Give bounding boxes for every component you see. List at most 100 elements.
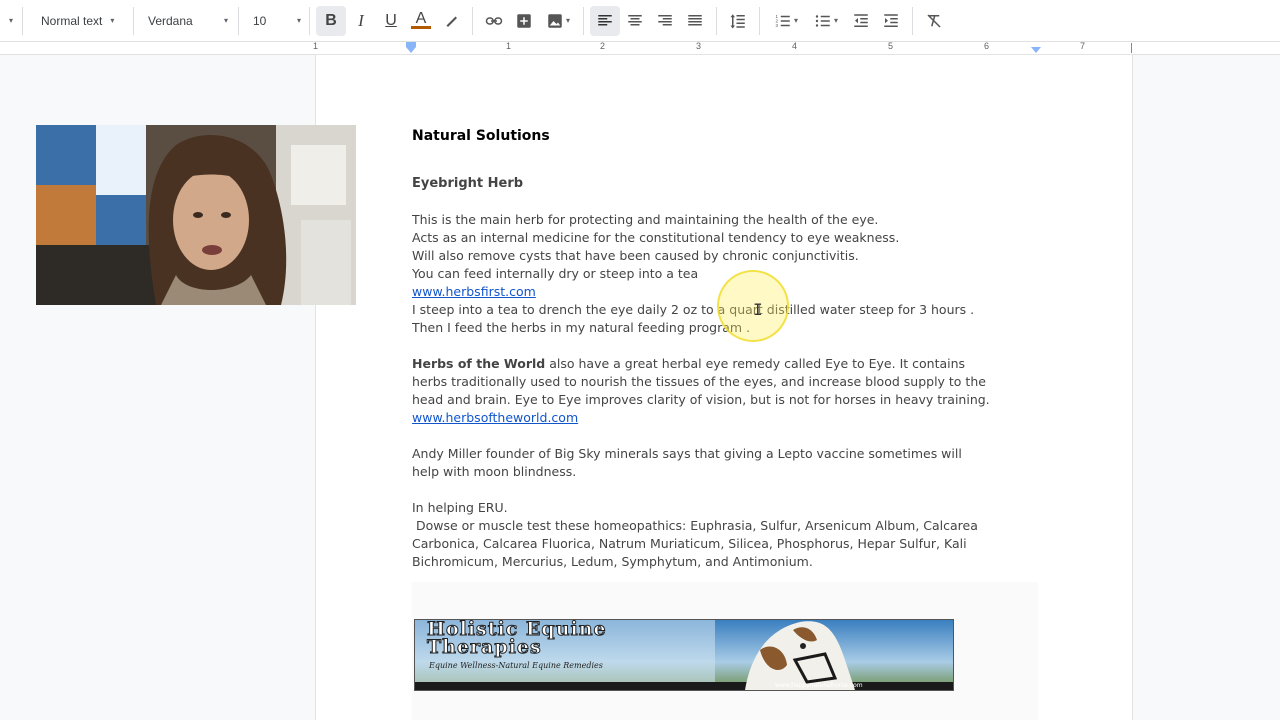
ruler-number: 5 bbox=[888, 41, 894, 51]
toolbar-divider bbox=[472, 6, 473, 35]
align-center-button[interactable] bbox=[620, 6, 650, 36]
link-icon bbox=[485, 16, 503, 25]
increase-indent-icon bbox=[884, 13, 898, 27]
chevron-down-icon: ▾ bbox=[223, 16, 228, 25]
empty-line bbox=[412, 145, 1052, 163]
increase-indent-button[interactable] bbox=[876, 6, 906, 36]
clear-formatting-icon bbox=[927, 13, 941, 28]
insert-image-button[interactable]: ▾ bbox=[539, 6, 577, 36]
highlighter-icon bbox=[446, 16, 457, 27]
numbered-list-button[interactable]: 1 2 3 ▾ bbox=[766, 6, 806, 36]
text-cursor-icon: I bbox=[753, 300, 763, 319]
underline-icon: U bbox=[385, 11, 397, 29]
bulleted-list-button[interactable]: ▾ bbox=[806, 6, 846, 36]
ruler-number: 1 bbox=[506, 41, 512, 51]
add-comment-icon bbox=[517, 13, 531, 28]
paragraph-text: also have a great herbal eye remedy call… bbox=[545, 356, 966, 371]
toolbar-divider bbox=[759, 6, 760, 35]
line-spacing-button[interactable] bbox=[723, 6, 753, 36]
paragraph-line: head and brain. Eye to Eye improves clar… bbox=[412, 392, 990, 407]
presenter-video-frame bbox=[36, 125, 356, 305]
align-center-icon bbox=[628, 14, 642, 25]
paragraph-line: Bichromicum, Mercurius, Ledum, Symphytum… bbox=[412, 554, 813, 569]
clear-formatting-button[interactable] bbox=[919, 6, 949, 36]
justify-icon bbox=[688, 14, 702, 25]
font-family-label: Verdana bbox=[148, 13, 193, 28]
banner-tagline: Equine Wellness-Natural Equine Remedies bbox=[429, 661, 603, 670]
ruler-margin-mark bbox=[1131, 43, 1132, 53]
ruler-number: 3 bbox=[696, 41, 702, 51]
ruler-number: 2 bbox=[600, 41, 606, 51]
paragraph-line: Carbonica, Calcarea Fluorica, Natrum Mur… bbox=[412, 536, 967, 551]
bold-button[interactable]: B bbox=[316, 5, 346, 36]
document-title: Natural Solutions bbox=[412, 128, 550, 144]
italic-button[interactable]: I bbox=[346, 6, 376, 36]
italic-icon: I bbox=[358, 10, 364, 30]
formatting-toolbar: ▾ Normal text ▾ Verdana ▾ 10 ▾ B I U A ▾ 12… bbox=[0, 0, 1280, 42]
chevron-down-icon: ▾ bbox=[833, 16, 838, 25]
toolbar-divider bbox=[912, 6, 913, 35]
bold-icon: B bbox=[325, 11, 337, 29]
empty-line bbox=[412, 337, 1052, 355]
underline-button[interactable]: U bbox=[376, 6, 406, 36]
collapse-menu-dropdown[interactable]: ▾ bbox=[0, 0, 22, 41]
ruler-number: 4 bbox=[792, 41, 798, 51]
herbsfirst-link[interactable]: www.herbsfirst.com bbox=[412, 284, 536, 299]
empty-line bbox=[412, 193, 1052, 211]
paragraph-line: Acts as an internal medicine for the con… bbox=[412, 230, 900, 245]
paragraph-line: Andy Miller founder of Big Sky minerals … bbox=[412, 446, 962, 461]
toolbar-divider bbox=[309, 6, 310, 35]
font-size-dropdown[interactable]: 10 ▾ bbox=[239, 0, 309, 41]
chevron-down-icon: ▾ bbox=[296, 16, 301, 25]
section-heading: Eyebright Herb bbox=[412, 176, 524, 191]
right-indent-marker[interactable] bbox=[1031, 47, 1041, 53]
align-left-button[interactable] bbox=[590, 5, 620, 36]
ruler-track: 1 1 2 3 4 5 6 7 bbox=[313, 41, 1132, 54]
paragraph-line: help with moon blindness. bbox=[412, 464, 577, 479]
empty-line bbox=[412, 427, 1052, 445]
paragraph-line: In helping ERU. bbox=[412, 500, 508, 515]
insert-link-button[interactable] bbox=[479, 6, 509, 36]
bold-brand-name: Herbs of the World bbox=[412, 356, 546, 371]
highlight-color-button[interactable] bbox=[436, 6, 466, 36]
paragraph-line: Dowse or muscle test these homeopathics:… bbox=[412, 518, 978, 533]
paragraph-line: This is the main herb for protecting and… bbox=[412, 212, 879, 227]
align-right-icon bbox=[658, 14, 672, 25]
chevron-down-icon: ▾ bbox=[565, 16, 570, 25]
align-right-button[interactable] bbox=[650, 6, 680, 36]
paragraph-line: Herbs of the World also have a great her… bbox=[412, 355, 1052, 373]
ruler-number: 7 bbox=[1080, 41, 1086, 51]
banner-url: www.happynaturalhorse.com bbox=[775, 682, 863, 689]
bulleted-list-icon bbox=[815, 14, 830, 27]
toolbar-divider bbox=[716, 6, 717, 35]
numbered-list-icon: 123 bbox=[775, 14, 790, 28]
ruler-number: 1 bbox=[313, 41, 319, 51]
paragraph-style-dropdown[interactable]: Normal text ▾ bbox=[23, 0, 133, 41]
banner-title-line: Therapies bbox=[427, 636, 542, 658]
font-size-label: 10 bbox=[253, 13, 267, 28]
webcam-video-overlay bbox=[36, 125, 356, 305]
text-color-swatch bbox=[411, 26, 431, 29]
line-spacing-icon bbox=[730, 13, 745, 28]
text-color-button[interactable]: A bbox=[406, 6, 436, 36]
decrease-indent-button[interactable] bbox=[846, 6, 876, 36]
image-icon bbox=[548, 13, 562, 28]
insert-comment-button[interactable] bbox=[509, 6, 539, 36]
toolbar-divider bbox=[583, 6, 584, 35]
horizontal-ruler[interactable]: 1 1 2 3 4 5 6 7 bbox=[0, 41, 1280, 55]
banner-title: Holistic Equine Therapies bbox=[427, 620, 607, 658]
holistic-equine-banner-image[interactable]: Holistic Equine Therapies Equine Wellnes… bbox=[414, 619, 954, 691]
empty-line bbox=[412, 481, 1052, 499]
text-color-icon: A bbox=[415, 10, 427, 27]
decrease-indent-icon bbox=[854, 13, 868, 27]
svg-text:3: 3 bbox=[775, 23, 778, 28]
document-body[interactable]: Natural Solutions Eyebright Herb This is… bbox=[412, 125, 1052, 571]
paragraph-line: Will also remove cysts that have been ca… bbox=[412, 248, 859, 263]
herbsoftheworld-link-line: www.herbsoftheworld.com bbox=[412, 409, 1052, 427]
herbsoftheworld-link[interactable]: www.herbsoftheworld.com bbox=[412, 410, 578, 425]
left-indent-marker[interactable] bbox=[406, 47, 416, 53]
justify-button[interactable] bbox=[680, 6, 710, 36]
chevron-down-icon: ▾ bbox=[110, 16, 115, 25]
font-family-dropdown[interactable]: Verdana ▾ bbox=[134, 0, 238, 41]
chevron-down-icon: ▾ bbox=[793, 16, 798, 25]
